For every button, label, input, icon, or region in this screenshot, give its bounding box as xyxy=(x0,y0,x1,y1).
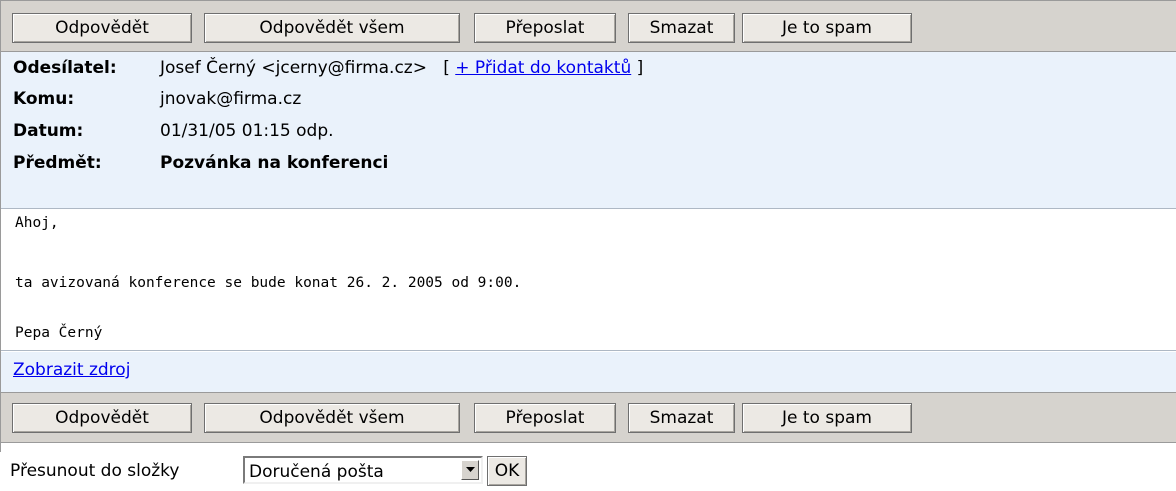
add-contact-link[interactable]: + Přidat do kontaktů xyxy=(455,58,631,78)
body-text: ta avizovaná konference se bude konat 26… xyxy=(15,275,522,291)
to-label: Komu: xyxy=(13,89,75,109)
message-body: Ahoj, ta avizovaná konference se bude ko… xyxy=(1,209,1176,351)
delete-button-bottom[interactable]: Smazat xyxy=(628,403,735,433)
sender-address: Josef Černý <jcerny@firma.cz> xyxy=(160,58,427,78)
top-toolbar: Odpovědět Odpovědět všem Přeposlat Smaza… xyxy=(1,1,1176,52)
ok-button[interactable]: OK xyxy=(487,456,527,486)
body-signature: Pepa Černý xyxy=(15,325,103,341)
reply-button[interactable]: Odpovědět xyxy=(12,13,192,43)
subject-label: Předmět: xyxy=(13,153,102,173)
from-value: Josef Černý <jcerny@firma.cz> [ + Přidat… xyxy=(160,55,643,81)
spam-button[interactable]: Je to spam xyxy=(742,13,912,43)
message-panel: Odpovědět Odpovědět všem Přeposlat Smaza… xyxy=(0,0,1176,452)
subject-value: Pozvánka na konferenci xyxy=(160,153,389,173)
from-label: Odesílatel: xyxy=(13,58,117,78)
to-value: jnovak@firma.cz xyxy=(160,89,302,109)
date-label: Datum: xyxy=(13,121,84,141)
view-source-row: Zobrazit zdroj xyxy=(1,352,1176,392)
forward-button[interactable]: Přeposlat xyxy=(474,13,616,43)
reply-all-button[interactable]: Odpovědět všem xyxy=(204,13,460,43)
move-label: Přesunout do složky xyxy=(10,461,180,481)
folder-select[interactable]: Doručená pošta xyxy=(243,456,483,484)
message-headers: Odesílatel: Josef Černý <jcerny@firma.cz… xyxy=(1,52,1176,209)
delete-button[interactable]: Smazat xyxy=(628,13,735,43)
body-greeting: Ahoj, xyxy=(15,215,59,231)
spam-button-bottom[interactable]: Je to spam xyxy=(742,403,912,433)
bottom-toolbar: Odpovědět Odpovědět všem Přeposlat Smaza… xyxy=(1,392,1176,443)
folder-select-value: Doručená pošta xyxy=(249,462,384,482)
forward-button-bottom[interactable]: Přeposlat xyxy=(474,403,616,433)
reply-button-bottom[interactable]: Odpovědět xyxy=(12,403,192,433)
reply-all-button-bottom[interactable]: Odpovědět všem xyxy=(204,403,460,433)
dropdown-arrow-icon[interactable] xyxy=(461,460,479,480)
bracket-open: [ xyxy=(443,58,450,78)
bracket-close: ] xyxy=(636,58,644,78)
date-value: 01/31/05 01:15 odp. xyxy=(160,121,334,141)
view-source-link[interactable]: Zobrazit zdroj xyxy=(13,360,130,380)
